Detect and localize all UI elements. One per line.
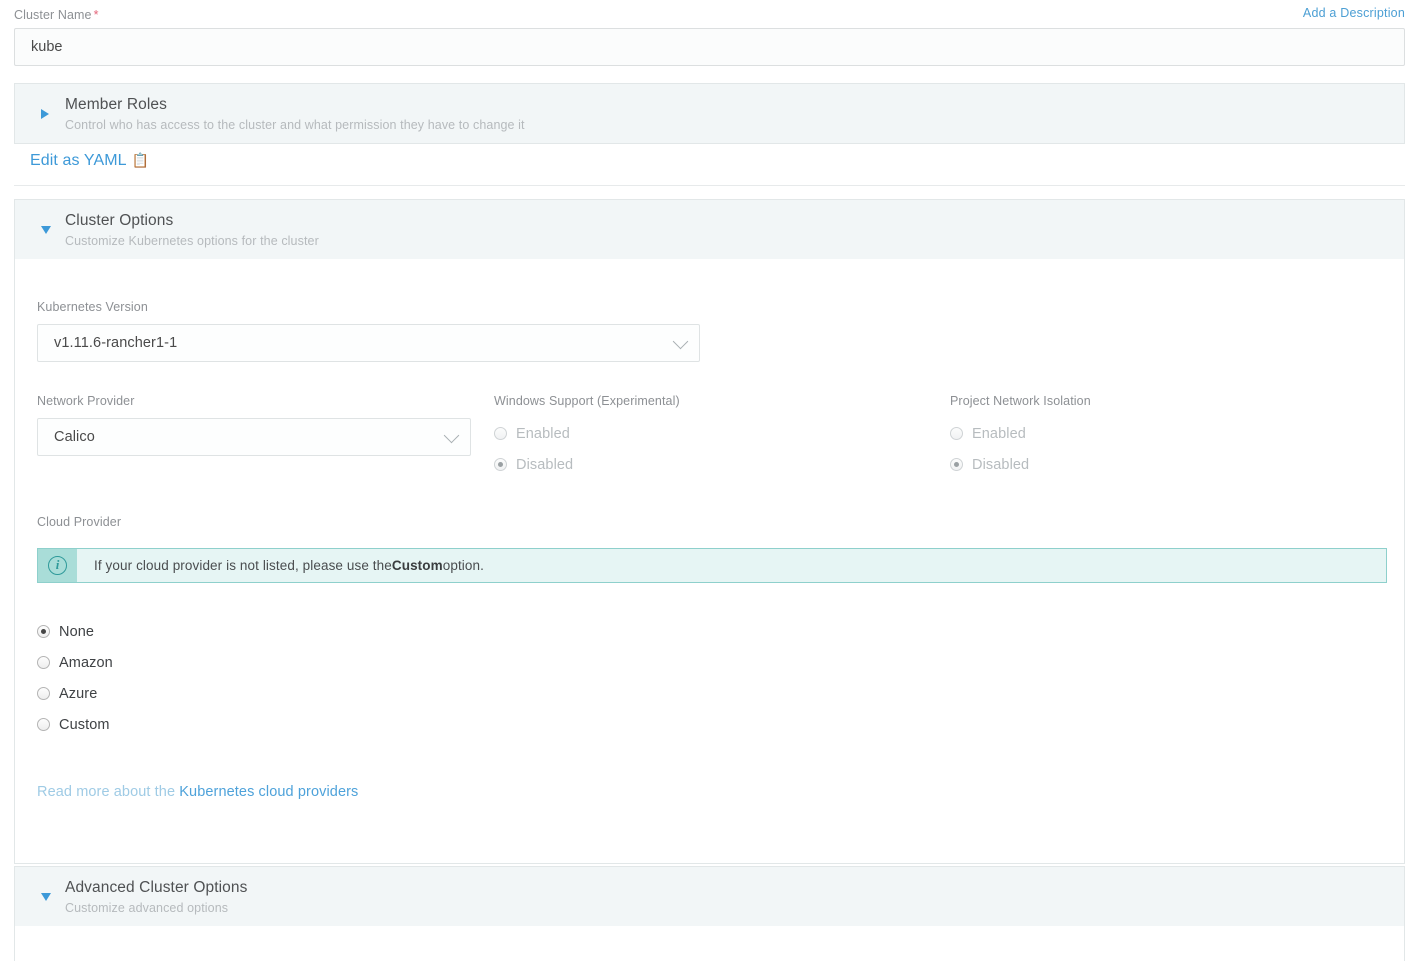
radio-button[interactable] [950,427,963,440]
radio-button[interactable] [37,687,50,700]
windows-support-option-enabled[interactable]: Enabled [494,418,680,449]
clipboard-icon: 📋 [131,152,150,168]
radio-label: Custom [59,716,110,733]
cluster-name-input[interactable] [14,28,1405,66]
radio-label: Amazon [59,654,113,671]
advanced-cluster-options-header[interactable]: Advanced Cluster Options Customize advan… [15,867,1404,926]
cluster-options-subtitle: Customize Kubernetes options for the clu… [65,234,319,248]
info-banner-text: If your cloud provider is not listed, pl… [77,549,484,582]
cluster-name-label-row: Cluster Name * Add a Description [14,6,1405,24]
radio-button[interactable] [494,427,507,440]
cluster-options-body: Kubernetes Version v1.11.6-rancher1-1 Ne… [15,259,1404,863]
member-roles-title: Member Roles [65,96,167,113]
kubernetes-cloud-providers-link[interactable]: Kubernetes cloud providers [179,784,358,800]
edit-as-yaml-label: Edit as YAML [30,152,127,169]
project-network-isolation-field: Project Network Isolation Enabled Disabl… [950,394,1091,480]
cluster-name-label: Cluster Name [14,8,92,22]
radio-button[interactable] [37,625,50,638]
radio-label: None [59,623,95,640]
info-icon: i [48,556,67,575]
cloud-provider-option-custom[interactable]: Custom [37,709,1387,740]
radio-button[interactable] [950,458,963,471]
member-roles-header[interactable]: Member Roles Control who has access to t… [15,84,1404,143]
project-network-isolation-option-disabled[interactable]: Disabled [950,449,1091,480]
cluster-options-header[interactable]: Cluster Options Customize Kubernetes opt… [15,200,1404,259]
project-network-isolation-option-enabled[interactable]: Enabled [950,418,1091,449]
advanced-cluster-options-body [15,926,1404,961]
required-asterisk: * [93,8,99,22]
advanced-cluster-options-accordion: Advanced Cluster Options Customize advan… [14,866,1405,961]
radio-label: Azure [59,685,98,702]
radio-label: Disabled [516,456,574,473]
radio-button[interactable] [37,718,50,731]
cluster-configuration-form: Cluster Name* Add a Description Member R… [0,0,1427,961]
edit-as-yaml-row: Edit as YAML 📋 [0,152,1427,186]
chevron-right-icon [41,108,49,119]
network-provider-field: Network Provider Calico [37,394,471,456]
cloud-provider-option-none[interactable]: None [37,616,1387,647]
member-roles-subtitle: Control who has access to the cluster an… [65,118,525,132]
project-network-isolation-label: Project Network Isolation [950,394,1091,408]
cloud-provider-field: Cloud Provider i If your cloud provider … [37,515,1387,800]
network-provider-label: Network Provider [37,394,135,408]
add-a-description-link[interactable]: Add a Description [1303,6,1405,20]
readmore-prefix: Read more about the [37,784,180,800]
info-banner-text-after: option. [442,558,484,573]
chevron-down-icon [41,225,51,234]
network-provider-select[interactable]: Calico [37,418,471,456]
windows-support-label: Windows Support (Experimental) [494,394,680,408]
cloud-provider-option-azure[interactable]: Azure [37,678,1387,709]
info-icon-cell: i [38,549,77,582]
cloud-providers-readmore: Read more about the Kubernetes cloud pro… [37,784,1387,800]
cloud-provider-info-banner: i If your cloud provider is not listed, … [37,548,1387,583]
kubernetes-version-label: Kubernetes Version [37,300,148,314]
radio-label: Disabled [972,456,1030,473]
info-banner-text-before: If your cloud provider is not listed, pl… [94,558,392,573]
windows-support-option-disabled[interactable]: Disabled [494,449,680,480]
edit-as-yaml-link[interactable]: Edit as YAML 📋 [30,152,149,170]
section-divider [14,185,1405,186]
kubernetes-version-value: v1.11.6-rancher1-1 [37,324,700,362]
radio-button[interactable] [37,656,50,669]
advanced-cluster-options-subtitle: Customize advanced options [65,901,229,915]
cloud-provider-label: Cloud Provider [37,515,122,529]
radio-button[interactable] [494,458,507,471]
radio-label: Enabled [972,425,1026,442]
cloud-provider-option-amazon[interactable]: Amazon [37,647,1387,678]
info-banner-emphasis: Custom [391,558,443,573]
kubernetes-version-select[interactable]: v1.11.6-rancher1-1 [37,324,700,362]
cluster-options-title: Cluster Options [65,212,174,229]
windows-support-field: Windows Support (Experimental) Enabled D… [494,394,680,480]
kubernetes-version-field: Kubernetes Version v1.11.6-rancher1-1 [37,300,700,362]
chevron-down-icon [41,892,51,901]
cloud-provider-radio-group: None Amazon Azure Custom [37,616,1387,740]
member-roles-accordion[interactable]: Member Roles Control who has access to t… [14,83,1405,144]
advanced-cluster-options-title: Advanced Cluster Options [65,879,248,896]
radio-label: Enabled [516,425,570,442]
cluster-options-accordion: Cluster Options Customize Kubernetes opt… [14,199,1405,864]
network-provider-value: Calico [37,418,471,456]
